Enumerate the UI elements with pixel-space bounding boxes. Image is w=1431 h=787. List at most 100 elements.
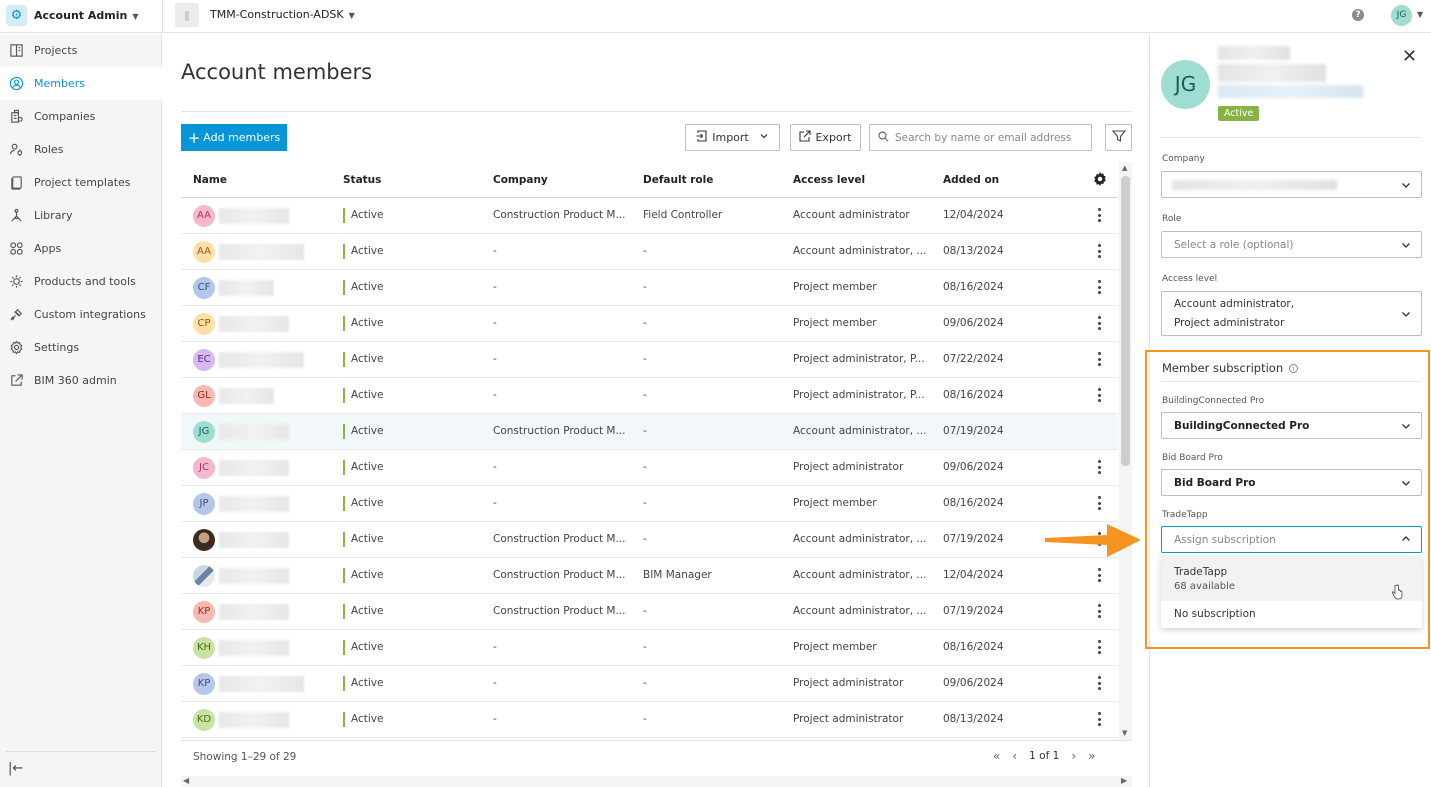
table-row[interactable]: Active Construction Product M... - Accou… <box>181 522 1118 558</box>
scroll-right-icon[interactable]: ▶ <box>1121 776 1127 785</box>
scroll-down-icon[interactable]: ▼ <box>1122 729 1127 737</box>
table-row[interactable]: KP Active Construction Product M... - Ac… <box>181 594 1118 630</box>
redacted-member-name <box>219 532 289 548</box>
company-cell: - <box>493 641 497 653</box>
added-on-cell: 09/06/2024 <box>943 317 1004 329</box>
sidebar-item-label: Custom integrations <box>34 308 146 321</box>
tradetapp-select[interactable]: Assign subscription <box>1161 526 1422 553</box>
row-actions-kebab-icon[interactable] <box>1098 387 1102 403</box>
status-badge: Active <box>343 568 383 583</box>
column-header-name[interactable]: Name <box>193 174 227 186</box>
close-icon[interactable]: ✕ <box>1402 46 1417 67</box>
buildingconnected-select[interactable]: BuildingConnected Pro <box>1161 412 1422 439</box>
column-header-added-on[interactable]: Added on <box>943 174 999 186</box>
app-switcher[interactable]: Account Admin ▼ <box>34 9 138 22</box>
sidebar-item-products-and-tools[interactable]: Products and tools <box>0 265 162 298</box>
table-row[interactable]: KP Active - - Project administrator 09/0… <box>181 666 1118 702</box>
row-actions-kebab-icon[interactable] <box>1098 315 1102 331</box>
access-level-value-2: Project administrator <box>1174 317 1285 329</box>
column-header-access-level[interactable]: Access level <box>793 174 865 186</box>
scroll-left-icon[interactable]: ◀ <box>183 776 189 785</box>
sidebar-item-projects[interactable]: Projects <box>0 34 162 67</box>
option-tradetapp[interactable]: TradeTapp 68 available <box>1161 556 1422 601</box>
column-header-company[interactable]: Company <box>493 174 548 186</box>
sidebar-item-bim-360-admin[interactable]: BIM 360 admin <box>0 364 162 397</box>
caret-down-icon[interactable]: ▼ <box>1417 10 1423 19</box>
external-link-icon <box>8 373 24 389</box>
table-row[interactable]: Active Construction Product M... BIM Man… <box>181 558 1118 594</box>
first-page-icon[interactable]: « <box>993 749 1000 763</box>
row-actions-kebab-icon[interactable] <box>1098 603 1102 619</box>
user-avatar[interactable]: JG <box>1391 5 1412 26</box>
sidebar-item-roles[interactable]: Roles <box>0 133 162 166</box>
table-horizontal-scrollbar[interactable]: ◀ ▶ <box>181 776 1132 787</box>
row-actions-kebab-icon[interactable] <box>1098 207 1102 223</box>
table-row[interactable]: JG Active Construction Product M... - Ac… <box>181 414 1118 450</box>
sidebar-item-apps[interactable]: Apps <box>0 232 162 265</box>
role-select[interactable]: Select a role (optional) <box>1161 231 1422 258</box>
row-actions-kebab-icon[interactable] <box>1098 279 1102 295</box>
column-settings-gear-icon[interactable] <box>1093 172 1107 186</box>
sidebar-item-custom-integrations[interactable]: Custom integrations <box>0 298 162 331</box>
info-icon[interactable]: i <box>1289 364 1299 373</box>
table-row[interactable]: JP Active - - Project member 08/16/2024 <box>181 486 1118 522</box>
import-button[interactable]: Import <box>685 124 780 151</box>
row-actions-kebab-icon[interactable] <box>1098 495 1102 511</box>
row-actions-kebab-icon[interactable] <box>1098 639 1102 655</box>
table-row[interactable]: CF Active - - Project member 08/16/2024 <box>181 270 1118 306</box>
status-badge: Active <box>343 244 383 259</box>
export-button[interactable]: Export <box>790 124 861 151</box>
table-row[interactable]: EC Active - - Project administrator, P..… <box>181 342 1118 378</box>
access-level-cell: Account administrator, ... <box>793 605 927 617</box>
scrollbar-thumb[interactable] <box>1121 176 1130 466</box>
row-actions-kebab-icon[interactable] <box>1098 567 1102 583</box>
table-row[interactable]: CP Active - - Project member 09/06/2024 <box>181 306 1118 342</box>
table-row[interactable]: KH Active - - Project member 08/16/2024 <box>181 630 1118 666</box>
table-row[interactable]: AA Active Construction Product M... Fiel… <box>181 198 1118 234</box>
add-members-button[interactable]: + Add members <box>181 124 287 151</box>
access-level-cell: Project administrator <box>793 677 904 689</box>
column-header-status[interactable]: Status <box>343 174 381 186</box>
showing-count: Showing 1–29 of 29 <box>193 751 297 763</box>
access-level-select[interactable]: Account administrator, Project administr… <box>1161 291 1422 336</box>
sidebar-item-library[interactable]: Library <box>0 199 162 232</box>
row-actions-kebab-icon[interactable] <box>1098 711 1102 727</box>
option-no-subscription[interactable]: No subscription <box>1174 608 1256 620</box>
account-admin-logo-icon[interactable]: ⚙ <box>6 5 27 26</box>
buildingconnected-value: BuildingConnected Pro <box>1174 420 1310 432</box>
row-actions-kebab-icon[interactable] <box>1098 675 1102 691</box>
table-row[interactable]: JC Active - - Project administrator 09/0… <box>181 450 1118 486</box>
company-cell: - <box>493 317 497 329</box>
table-row[interactable]: AA Active - - Account administrator, ...… <box>181 234 1118 270</box>
scroll-up-icon[interactable]: ▲ <box>1122 164 1127 172</box>
default-role-cell: - <box>643 425 647 437</box>
table-row[interactable]: KD Active - - Project administrator 08/1… <box>181 702 1118 738</box>
row-actions-kebab-icon[interactable] <box>1098 243 1102 259</box>
default-role-cell: - <box>643 533 647 545</box>
column-header-default-role[interactable]: Default role <box>643 174 713 186</box>
project-switcher[interactable]: TMM-Construction-ADSK ▼ <box>210 8 355 21</box>
plus-icon: + <box>187 128 201 147</box>
sidebar-item-members[interactable]: Members <box>0 67 162 100</box>
search-input[interactable] <box>895 131 1085 144</box>
company-select[interactable] <box>1161 171 1422 198</box>
search-box[interactable] <box>869 124 1092 151</box>
row-actions-kebab-icon[interactable] <box>1098 351 1102 367</box>
filter-button[interactable] <box>1105 124 1132 151</box>
bid-board-select[interactable]: Bid Board Pro <box>1161 469 1422 496</box>
last-page-icon[interactable]: » <box>1088 749 1095 763</box>
row-actions-kebab-icon[interactable] <box>1098 459 1102 475</box>
sidebar-item-companies[interactable]: Companies <box>0 100 162 133</box>
company-label: Company <box>1162 154 1205 164</box>
table-vertical-scrollbar[interactable]: ▲ ▼ <box>1119 162 1132 740</box>
sidebar-item-settings[interactable]: Settings <box>0 331 162 364</box>
next-page-icon[interactable]: › <box>1071 749 1076 763</box>
search-icon <box>878 130 889 145</box>
company-cell: Construction Product M... <box>493 425 626 437</box>
table-row[interactable]: GL Active - - Project administrator, P..… <box>181 378 1118 414</box>
help-icon[interactable]: ? <box>1352 9 1364 21</box>
sidebar-item-project-templates[interactable]: Project templates <box>0 166 162 199</box>
collapse-sidebar-icon[interactable]: |← <box>8 761 23 776</box>
previous-page-icon[interactable]: ‹ <box>1012 749 1017 763</box>
company-cell: - <box>493 461 497 473</box>
